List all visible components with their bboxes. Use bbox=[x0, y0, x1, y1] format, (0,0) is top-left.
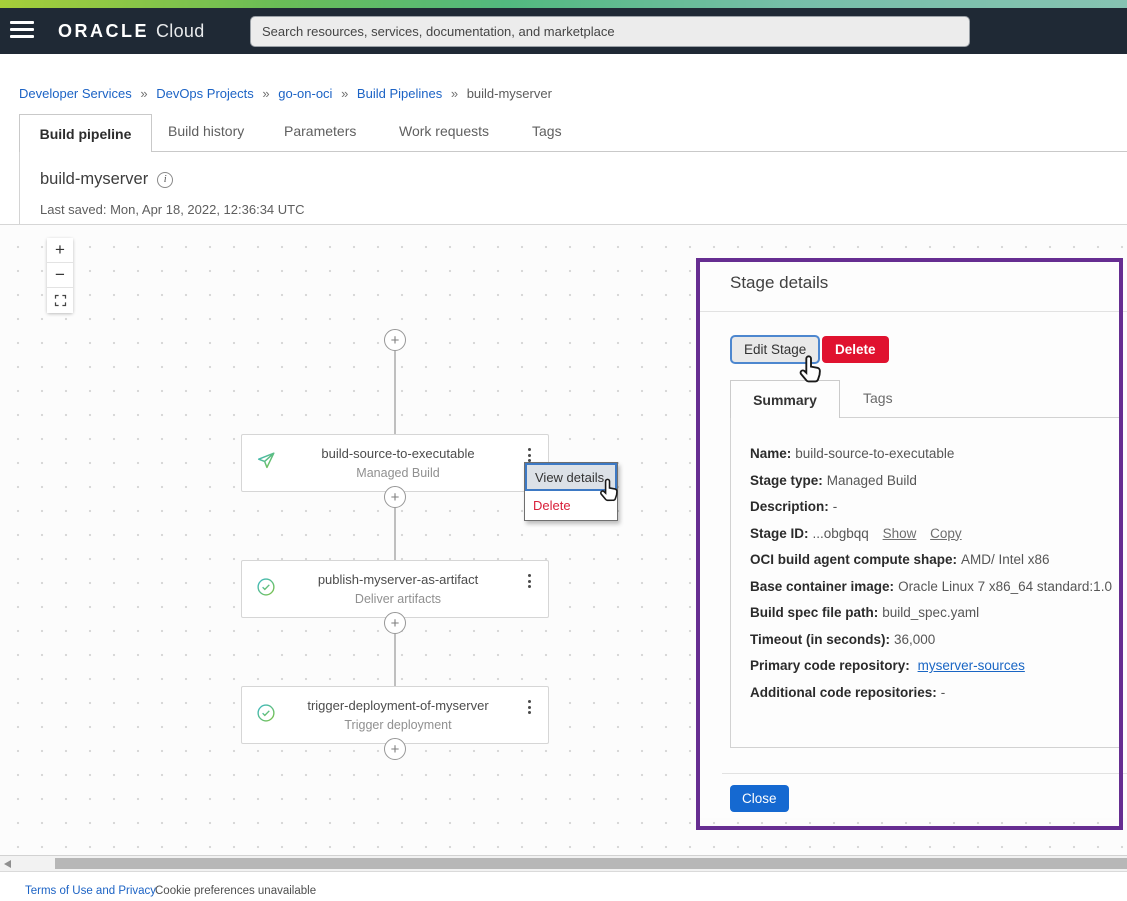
tab-tags[interactable]: Tags bbox=[532, 123, 562, 139]
last-saved-text: Last saved: Mon, Apr 18, 2022, 12:36:34 … bbox=[40, 202, 305, 217]
stage-kebab-menu-icon[interactable] bbox=[524, 700, 534, 714]
breadcrumb-link-developer-services[interactable]: Developer Services bbox=[19, 86, 132, 101]
connector-line bbox=[394, 351, 396, 434]
stage-type: Managed Build bbox=[356, 466, 440, 480]
field-build-spec-path: Build spec file path: build_spec.yaml bbox=[750, 605, 980, 620]
stage-type: Deliver artifacts bbox=[354, 592, 442, 606]
breadcrumb: Developer Services » DevOps Projects » g… bbox=[19, 86, 552, 101]
check-circle-icon bbox=[255, 576, 277, 603]
panel-divider bbox=[722, 773, 1127, 774]
field-timeout: Timeout (in seconds): 36,000 bbox=[750, 631, 936, 647]
stage-name: trigger-deployment-of-myserver bbox=[307, 698, 489, 713]
field-compute-shape: OCI build agent compute shape: AMD/ Intel… bbox=[750, 552, 1050, 567]
oracle-cloud-console: ORACLE Cloud Developer Services » DevOps … bbox=[0, 0, 1127, 901]
canvas-zoom-controls: + − bbox=[47, 238, 73, 313]
scroll-left-arrow-icon[interactable] bbox=[4, 860, 11, 868]
terms-privacy-link[interactable]: Terms of Use and Privacy bbox=[25, 885, 156, 897]
stage-context-menu: View details Delete bbox=[524, 462, 618, 521]
close-panel-button[interactable]: Close bbox=[730, 785, 789, 812]
field-description: Description: - bbox=[750, 499, 838, 514]
panel-tab-tags[interactable]: Tags bbox=[863, 390, 893, 406]
oracle-cloud-logo: ORACLE Cloud bbox=[58, 21, 205, 42]
top-header: ORACLE Cloud bbox=[0, 8, 1127, 54]
tab-build-history[interactable]: Build history bbox=[168, 123, 244, 139]
add-stage-button[interactable]: + bbox=[384, 486, 406, 508]
stage-name: publish-myserver-as-artifact bbox=[317, 572, 479, 587]
show-stage-id-link[interactable]: Show bbox=[883, 526, 917, 541]
field-name: Name: build-source-to-executable bbox=[750, 446, 955, 461]
panel-tab-summary[interactable]: Summary bbox=[730, 380, 840, 418]
breadcrumb-separator: » bbox=[140, 86, 148, 101]
tab-panel-left-border bbox=[19, 152, 20, 224]
menu-item-view-details[interactable]: View details bbox=[525, 463, 617, 491]
panel-title: Stage details bbox=[730, 273, 829, 292]
tab-parameters[interactable]: Parameters bbox=[284, 123, 356, 139]
page-title: build-myserver i bbox=[40, 170, 174, 189]
stage-kebab-menu-icon[interactable] bbox=[524, 448, 534, 462]
stage-details-panel: Stage details Edit Stage Delete Summary … bbox=[700, 262, 1127, 818]
breadcrumb-current: build-myserver bbox=[466, 86, 552, 101]
breadcrumb-link-build-pipelines[interactable]: Build Pipelines bbox=[357, 86, 442, 101]
page-footer: Terms of Use and Privacy Cookie preferen… bbox=[0, 872, 1127, 901]
horizontal-scrollbar bbox=[0, 855, 1127, 872]
stage-node-trigger-deployment[interactable]: trigger-deployment-of-myserver Trigger d… bbox=[241, 686, 549, 744]
tab-work-requests[interactable]: Work requests bbox=[399, 123, 489, 139]
fit-to-screen-icon[interactable] bbox=[47, 288, 73, 313]
stage-name: build-source-to-executable bbox=[321, 446, 475, 461]
brand-gradient-bar bbox=[0, 0, 1127, 8]
scrollbar-thumb[interactable] bbox=[55, 858, 1127, 869]
copy-stage-id-link[interactable]: Copy bbox=[930, 526, 962, 541]
delete-stage-button[interactable]: Delete bbox=[822, 336, 889, 363]
field-base-container-image: Base container image: Oracle Linux 7 x86_… bbox=[750, 578, 1112, 594]
field-stage-id: Stage ID: ...obgbqq Show Copy bbox=[750, 525, 962, 541]
tab-build-pipeline[interactable]: Build pipeline bbox=[19, 114, 152, 152]
field-primary-code-repository: Primary code repository: myserver-source… bbox=[750, 658, 1025, 673]
field-stage-type: Stage type: Managed Build bbox=[750, 472, 917, 488]
connector-line bbox=[394, 634, 396, 686]
add-stage-button[interactable]: + bbox=[384, 329, 406, 351]
send-icon bbox=[255, 450, 277, 477]
stage-node-build-source[interactable]: build-source-to-executable Managed Build bbox=[241, 434, 549, 492]
panel-divider bbox=[700, 311, 1127, 312]
primary-code-repository-link[interactable]: myserver-sources bbox=[918, 658, 1025, 673]
hamburger-menu-icon[interactable] bbox=[10, 21, 36, 41]
add-stage-button[interactable]: + bbox=[384, 612, 406, 634]
field-additional-code-repositories: Additional code repositories: - bbox=[750, 684, 946, 700]
breadcrumb-link-project[interactable]: go-on-oci bbox=[278, 86, 332, 101]
stage-node-publish-artifact[interactable]: publish-myserver-as-artifact Deliver art… bbox=[241, 560, 549, 618]
info-icon[interactable]: i bbox=[157, 171, 174, 188]
zoom-in-icon[interactable]: + bbox=[47, 238, 73, 263]
stage-type: Trigger deployment bbox=[344, 718, 452, 732]
connector-line bbox=[394, 508, 396, 560]
menu-item-delete[interactable]: Delete bbox=[525, 491, 617, 520]
breadcrumb-separator: » bbox=[450, 86, 459, 101]
edit-stage-button[interactable]: Edit Stage bbox=[730, 335, 821, 364]
logo-cloud-text: Cloud bbox=[156, 21, 205, 41]
tab-row-divider bbox=[152, 151, 1127, 152]
summary-tab-content: Name: build-source-to-executable Stage ty… bbox=[730, 417, 1123, 748]
breadcrumb-separator: » bbox=[262, 86, 270, 101]
cookie-preferences-text: Cookie preferences unavailable bbox=[155, 885, 317, 897]
breadcrumb-separator: » bbox=[341, 86, 349, 101]
breadcrumb-link-devops-projects[interactable]: DevOps Projects bbox=[156, 86, 254, 101]
search-input[interactable] bbox=[250, 16, 970, 47]
logo-oracle-text: ORACLE bbox=[58, 21, 149, 41]
zoom-out-icon[interactable]: − bbox=[47, 263, 73, 288]
add-stage-button[interactable]: + bbox=[384, 738, 406, 760]
stage-kebab-menu-icon[interactable] bbox=[524, 574, 534, 588]
check-circle-icon bbox=[255, 702, 277, 729]
